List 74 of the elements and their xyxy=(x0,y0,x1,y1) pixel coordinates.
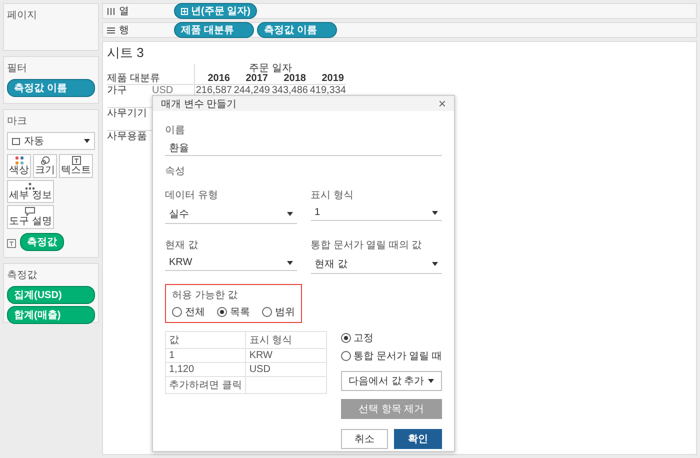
radio-option[interactable]: 목록 xyxy=(217,305,250,319)
shelf-label: 열 xyxy=(119,5,129,18)
shapes-icon xyxy=(40,156,50,165)
mark-button[interactable]: 색상 xyxy=(7,154,31,178)
year-header: 2019 xyxy=(320,74,345,84)
speech-bubble-icon xyxy=(25,207,36,216)
table-cell[interactable] xyxy=(246,376,326,394)
mark-type-icon xyxy=(12,138,20,144)
radio-option[interactable]: 통합 문서가 열릴 때 xyxy=(340,349,442,363)
sheet-title: 시트 3 xyxy=(107,45,145,61)
dropdown[interactable]: 실수 xyxy=(165,205,296,224)
table-cell[interactable]: 추가하려면 클릭 xyxy=(166,376,246,394)
pill-label: 년(주문 일자) xyxy=(191,5,250,18)
year-header: 2017 xyxy=(244,74,269,84)
name-field[interactable]: 환율 xyxy=(165,140,442,156)
field-label: 통합 문서가 열릴 때의 값 xyxy=(310,239,423,252)
radio-option[interactable]: 범위 xyxy=(262,305,295,319)
nodes-icon xyxy=(25,182,36,190)
field-label: 표시 형식 xyxy=(310,189,354,202)
pill-label: 측정값 이름 xyxy=(264,24,317,37)
field-label: 현재 값 xyxy=(165,239,199,252)
mark-button[interactable]: 텍스트 xyxy=(59,154,93,178)
column-header: 값 xyxy=(166,332,246,348)
column-header: 주문 일자 xyxy=(194,64,346,74)
card-title: 필터 xyxy=(7,62,28,75)
card-title: 마크 xyxy=(7,115,28,128)
text-box-icon xyxy=(7,238,16,248)
dropdown[interactable]: 현재 값 xyxy=(310,255,442,274)
add-values-button[interactable]: 다음에서 값 추가 xyxy=(340,371,442,391)
close-button[interactable]: × xyxy=(438,96,446,111)
field-label: 데이터 유형 xyxy=(165,189,219,202)
year-header: 2018 xyxy=(282,74,307,84)
pill-label: 측정값 이름 xyxy=(14,82,67,95)
field-pill[interactable]: 측정값 이름 xyxy=(257,22,337,38)
column-header: 표시 형식 xyxy=(246,332,326,348)
caret-icon xyxy=(432,262,438,266)
caret-icon xyxy=(432,210,438,214)
columns-icon xyxy=(107,8,115,14)
card-title: 페이지 xyxy=(7,9,38,22)
caret-icon xyxy=(286,212,292,216)
caret-icon xyxy=(286,260,292,264)
section-label: 속성 xyxy=(165,165,186,178)
dropdown[interactable]: 1 xyxy=(310,205,442,221)
field-label: 이름 xyxy=(165,124,186,137)
shelf-label: 행 xyxy=(119,24,129,37)
pill-label: 합계(매출) xyxy=(14,309,61,322)
text-box-icon xyxy=(72,156,80,165)
table-cell[interactable]: 1,120 xyxy=(166,362,246,376)
pill-label: 측정값 xyxy=(27,236,57,249)
year-header: 2016 xyxy=(194,74,232,84)
field-pill[interactable]: 제품 대분류 xyxy=(174,22,254,38)
field-pill[interactable]: 측정값 이름 xyxy=(7,79,95,97)
group-label: 허용 가능한 값 xyxy=(172,289,239,302)
ok-button[interactable]: 확인 xyxy=(394,429,442,449)
caret-icon xyxy=(428,379,434,383)
table-cell[interactable]: KRW xyxy=(246,348,326,362)
mark-button[interactable]: 도구 설명 xyxy=(7,205,54,229)
table-cell[interactable]: 1 xyxy=(166,348,246,362)
card-title: 측정값 xyxy=(7,269,38,282)
rows-icon xyxy=(107,26,115,34)
table-cell[interactable]: USD xyxy=(246,362,326,376)
field-pill[interactable]: 년(주문 일자) xyxy=(174,3,258,19)
mark-button[interactable]: 세부 정보 xyxy=(7,180,54,203)
dropdown[interactable]: KRW xyxy=(165,255,296,271)
pill-label: 제품 대분류 xyxy=(181,24,234,37)
mark-button[interactable]: 크기 xyxy=(33,154,57,178)
row-header: 제품 대분류 xyxy=(107,74,161,84)
caret-icon xyxy=(84,139,90,143)
radio-option[interactable]: 고정 xyxy=(340,331,442,345)
cancel-button[interactable]: 취소 xyxy=(340,429,388,449)
mark-type-dropdown[interactable]: 자동 xyxy=(7,132,95,150)
color-dots-icon xyxy=(14,156,24,165)
radio-option[interactable]: 전체 xyxy=(172,305,205,319)
pill-label: 집계(USD) xyxy=(14,289,62,302)
